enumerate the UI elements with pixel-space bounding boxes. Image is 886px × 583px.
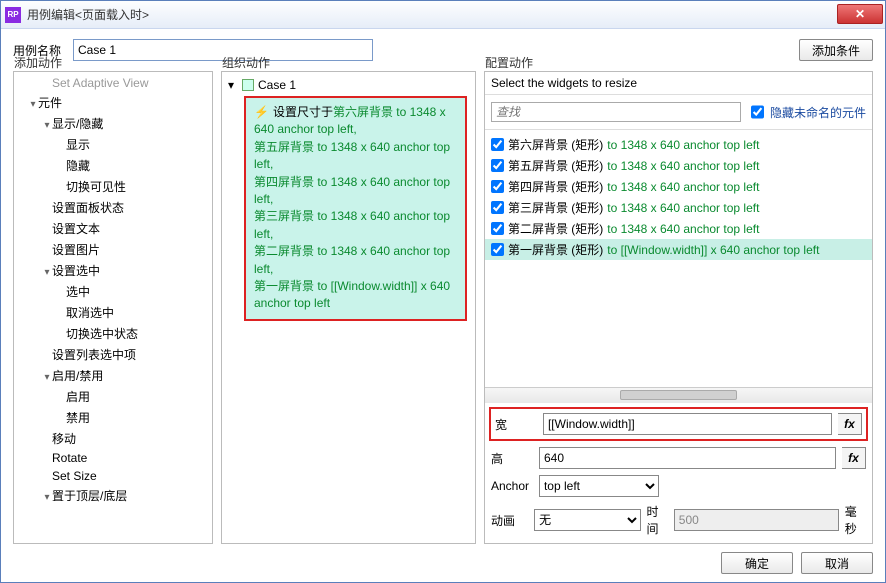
tree-item[interactable]: 启用/禁用 — [14, 365, 212, 386]
titlebar: RP 用例编辑<页面载入时> ✕ — [1, 1, 885, 29]
tree-item[interactable]: 禁用 — [14, 407, 212, 428]
anim-select[interactable]: 无 — [534, 509, 640, 531]
widget-checkbox[interactable] — [491, 180, 504, 193]
widget-checkbox[interactable] — [491, 222, 504, 235]
add-condition-button[interactable]: 添加条件 — [799, 39, 873, 61]
width-fx-button[interactable]: fx — [838, 413, 862, 435]
widget-row[interactable]: 第六屏背景 (矩形) to 1348 x 640 anchor top left — [491, 134, 866, 155]
tree-item[interactable]: 显示 — [14, 134, 212, 155]
tree-item[interactable]: 设置选中 — [14, 260, 212, 281]
tree-item[interactable]: 置于顶层/底层 — [14, 485, 212, 506]
tree-item[interactable]: 选中 — [14, 281, 212, 302]
width-input[interactable] — [543, 413, 832, 435]
tree-item[interactable]: Set Adaptive View — [14, 74, 212, 92]
time-unit: 毫秒 — [845, 503, 866, 537]
widget-list[interactable]: 第六屏背景 (矩形) to 1348 x 640 anchor top left… — [485, 130, 872, 387]
height-input[interactable] — [539, 447, 836, 469]
organize-panel: 组织动作 ▾ Case 1 ⚡设置尺寸于 第六屏背景 to 1348 x 640… — [221, 71, 476, 544]
tree-item[interactable]: 切换可见性 — [14, 176, 212, 197]
widget-row[interactable]: 第一屏背景 (矩形) to [[Window.width]] x 640 anc… — [485, 239, 872, 260]
time-label: 时间 — [647, 503, 668, 537]
time-input — [674, 509, 839, 531]
widget-row[interactable]: 第二屏背景 (矩形) to 1348 x 640 anchor top left — [491, 218, 866, 239]
widget-checkbox[interactable] — [491, 138, 504, 151]
app-icon: RP — [5, 7, 21, 23]
tree-item[interactable]: 显示/隐藏 — [14, 113, 212, 134]
dialog-window: RP 用例编辑<页面载入时> ✕ 用例名称 添加条件 添加动作 Set Adap… — [0, 0, 886, 583]
widget-row[interactable]: 第五屏背景 (矩形) to 1348 x 640 anchor top left — [491, 155, 866, 176]
close-button[interactable]: ✕ — [837, 4, 883, 24]
configure-panel: 配置动作 Select the widgets to resize 隐藏未命名的… — [484, 71, 873, 544]
widget-checkbox[interactable] — [491, 201, 504, 214]
select-widgets-label: Select the widgets to resize — [485, 72, 872, 95]
organize-header: 组织动作 — [222, 54, 270, 71]
case-node[interactable]: ▾ Case 1 — [226, 76, 471, 94]
add-action-panel: 添加动作 Set Adaptive View元件显示/隐藏显示隐藏切换可见性设置… — [13, 71, 213, 544]
action-block[interactable]: ⚡设置尺寸于 第六屏背景 to 1348 x 640 anchor top le… — [244, 96, 467, 321]
anchor-label: Anchor — [491, 479, 533, 493]
add-action-header: 添加动作 — [14, 54, 62, 71]
tree-item[interactable]: Set Size — [14, 467, 212, 485]
tree-item[interactable]: 设置图片 — [14, 239, 212, 260]
hide-unnamed-checkbox[interactable]: 隐藏未命名的元件 — [747, 99, 866, 125]
tree-item[interactable]: 元件 — [14, 92, 212, 113]
height-label: 高 — [491, 450, 533, 467]
configure-header: 配置动作 — [485, 54, 533, 71]
widget-search-input[interactable] — [491, 102, 741, 122]
tree-item[interactable]: 设置面板状态 — [14, 197, 212, 218]
tree-item[interactable]: 设置文本 — [14, 218, 212, 239]
anim-label: 动画 — [491, 512, 528, 529]
window-title: 用例编辑<页面载入时> — [27, 6, 837, 23]
cancel-button[interactable]: 取消 — [801, 552, 873, 574]
widget-row[interactable]: 第四屏背景 (矩形) to 1348 x 640 anchor top left — [491, 176, 866, 197]
widget-checkbox[interactable] — [491, 243, 504, 256]
widget-checkbox[interactable] — [491, 159, 504, 172]
height-fx-button[interactable]: fx — [842, 447, 866, 469]
horizontal-scrollbar[interactable] — [485, 387, 872, 403]
anchor-select[interactable]: top left — [539, 475, 659, 497]
tree-item[interactable]: 取消选中 — [14, 302, 212, 323]
bolt-icon: ⚡ — [254, 104, 269, 121]
width-label: 宽 — [495, 416, 537, 433]
ok-button[interactable]: 确定 — [721, 552, 793, 574]
tree-item[interactable]: 启用 — [14, 386, 212, 407]
tree-item[interactable]: 移动 — [14, 428, 212, 449]
tree-item[interactable]: 隐藏 — [14, 155, 212, 176]
widget-row[interactable]: 第三屏背景 (矩形) to 1348 x 640 anchor top left — [491, 197, 866, 218]
tree-item[interactable]: Rotate — [14, 449, 212, 467]
action-tree[interactable]: Set Adaptive View元件显示/隐藏显示隐藏切换可见性设置面板状态设… — [14, 72, 212, 543]
case-icon — [242, 79, 254, 91]
tree-item[interactable]: 设置列表选中项 — [14, 344, 212, 365]
tree-item[interactable]: 切换选中状态 — [14, 323, 212, 344]
